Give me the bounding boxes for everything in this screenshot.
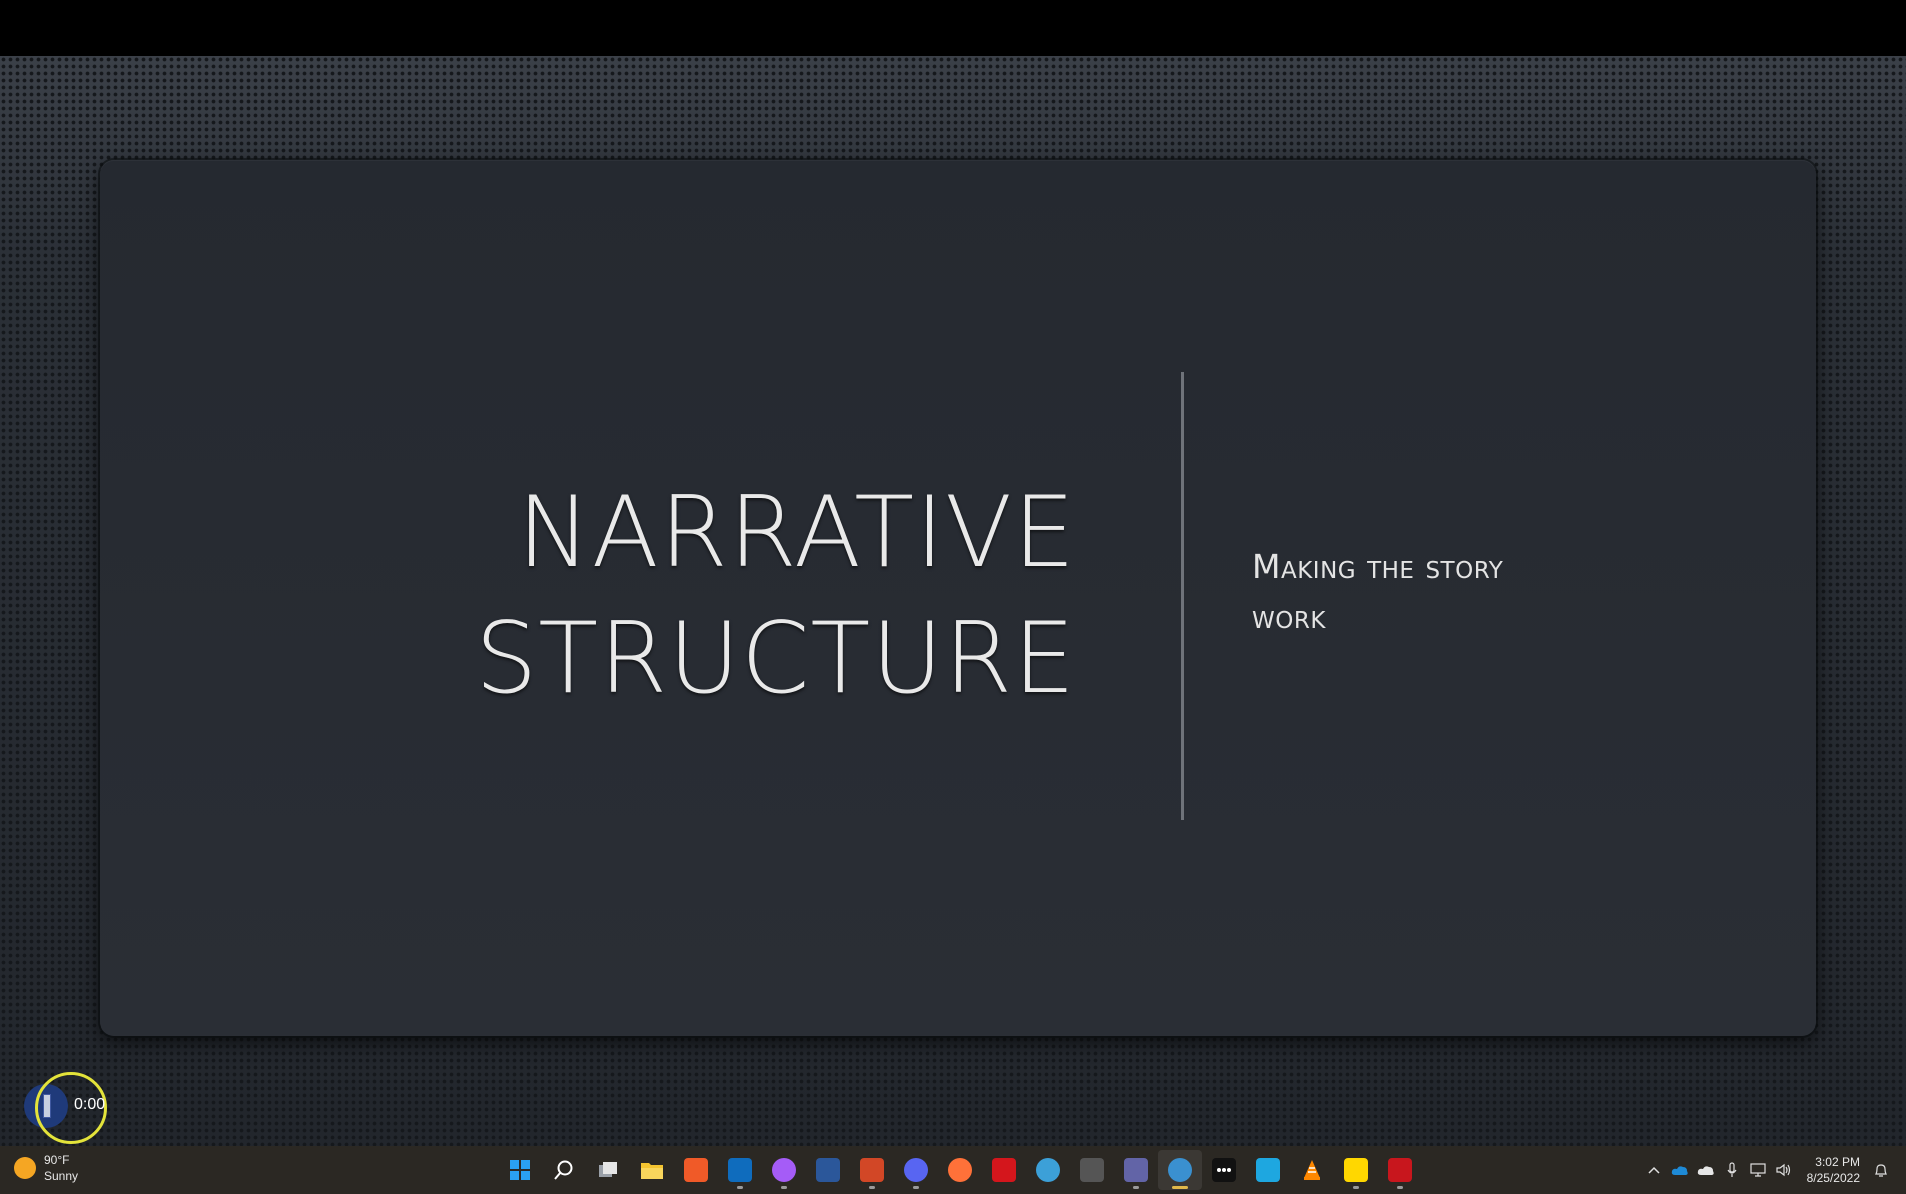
notifications-icon[interactable]	[1870, 1159, 1892, 1181]
search-icon	[552, 1158, 576, 1182]
running-indicator	[913, 1186, 919, 1189]
task-view-icon	[596, 1158, 620, 1182]
taskbar: 90°F Sunny 3:02 PM 8/25/2022	[0, 1146, 1906, 1194]
dots-app-icon	[1212, 1158, 1236, 1182]
slide-subtitle-line-2: work	[1252, 597, 1326, 636]
sticky-notes-icon	[1344, 1158, 1368, 1182]
recording-controls[interactable]: 0:00	[22, 1070, 122, 1146]
taskbar-file-explorer-button[interactable]	[630, 1150, 674, 1190]
taskbar-task-view-button[interactable]	[586, 1150, 630, 1190]
word-icon	[816, 1158, 840, 1182]
taskbar-teams-button[interactable]	[1114, 1150, 1158, 1190]
clock-time: 3:02 PM	[1815, 1155, 1860, 1169]
taskbar-acrobat-button[interactable]	[982, 1150, 1026, 1190]
running-indicator	[1397, 1186, 1403, 1189]
taskbar-apps	[498, 1150, 1422, 1190]
taskbar-media-app-button[interactable]	[1070, 1150, 1114, 1190]
brave-browser-icon	[684, 1158, 708, 1182]
weather-widget[interactable]: 90°F Sunny	[14, 1152, 78, 1184]
weather-temperature: 90°F	[44, 1153, 70, 1167]
slide-title: NARRATIVE STRUCTURE	[316, 470, 1076, 722]
taskbar-messenger-button[interactable]	[762, 1150, 806, 1190]
taskbar-brave-browser-button[interactable]	[674, 1150, 718, 1190]
start-icon	[508, 1158, 532, 1182]
slide-divider	[1181, 372, 1184, 820]
discord-icon	[904, 1158, 928, 1182]
slide-title-line-2: STRUCTURE	[475, 602, 1076, 716]
network-icon[interactable]	[1747, 1159, 1769, 1181]
slide-canvas: NARRATIVE STRUCTURE Making the story wor…	[100, 160, 1816, 1036]
running-indicator	[1133, 1186, 1139, 1189]
acrobat-icon	[992, 1158, 1016, 1182]
taskbar-globe-button[interactable]	[1026, 1150, 1070, 1190]
slide-title-line-1: NARRATIVE	[517, 476, 1076, 590]
taskbar-discord-button[interactable]	[894, 1150, 938, 1190]
weather-condition: Sunny	[44, 1169, 79, 1183]
taskbar-word-button[interactable]	[806, 1150, 850, 1190]
volume-icon[interactable]	[1773, 1159, 1795, 1181]
top-black-bar	[0, 0, 1906, 56]
pdf-app-icon	[1388, 1158, 1412, 1182]
taskbar-search-button[interactable]	[542, 1150, 586, 1190]
file-explorer-icon	[640, 1158, 664, 1182]
recording-timer: 0:00	[74, 1096, 106, 1113]
powerpoint-icon	[860, 1158, 884, 1182]
running-indicator	[1172, 1186, 1188, 1189]
taskbar-ccleaner-button[interactable]	[1246, 1150, 1290, 1190]
media-app-icon	[1080, 1158, 1104, 1182]
running-indicator	[1353, 1186, 1359, 1189]
taskbar-powerpoint-button[interactable]	[850, 1150, 894, 1190]
onedrive-icon[interactable]	[1669, 1159, 1691, 1181]
microphone-icon[interactable]	[1721, 1159, 1743, 1181]
teams-icon	[1124, 1158, 1148, 1182]
taskbar-screen-recorder-button[interactable]	[1158, 1150, 1202, 1190]
taskbar-sticky-notes-button[interactable]	[1334, 1150, 1378, 1190]
slide-subtitle: Making the story work	[1252, 542, 1672, 642]
taskbar-pdf-app-button[interactable]	[1378, 1150, 1422, 1190]
taskbar-dots-app-button[interactable]	[1202, 1150, 1246, 1190]
running-indicator	[869, 1186, 875, 1189]
taskbar-vlc-button[interactable]	[1290, 1150, 1334, 1190]
globe-icon	[1036, 1158, 1060, 1182]
taskbar-start-button[interactable]	[498, 1150, 542, 1190]
system-tray: 3:02 PM 8/25/2022	[1639, 1150, 1892, 1190]
messenger-icon	[772, 1158, 796, 1182]
ccleaner-icon	[1256, 1158, 1280, 1182]
firefox-icon	[948, 1158, 972, 1182]
running-indicator	[737, 1186, 743, 1189]
running-indicator	[781, 1186, 787, 1189]
screen-recorder-icon	[1168, 1158, 1192, 1182]
cloud-icon[interactable]	[1695, 1159, 1717, 1181]
outlook-icon	[728, 1158, 752, 1182]
chevron-up-icon[interactable]	[1643, 1159, 1665, 1181]
vlc-icon	[1300, 1158, 1324, 1182]
sun-icon	[14, 1157, 36, 1179]
taskbar-firefox-button[interactable]	[938, 1150, 982, 1190]
clock-date: 8/25/2022	[1806, 1171, 1860, 1185]
taskbar-outlook-button[interactable]	[718, 1150, 762, 1190]
clock[interactable]: 3:02 PM 8/25/2022	[1807, 1154, 1860, 1186]
slide-subtitle-line-1: Making the story	[1252, 547, 1504, 586]
